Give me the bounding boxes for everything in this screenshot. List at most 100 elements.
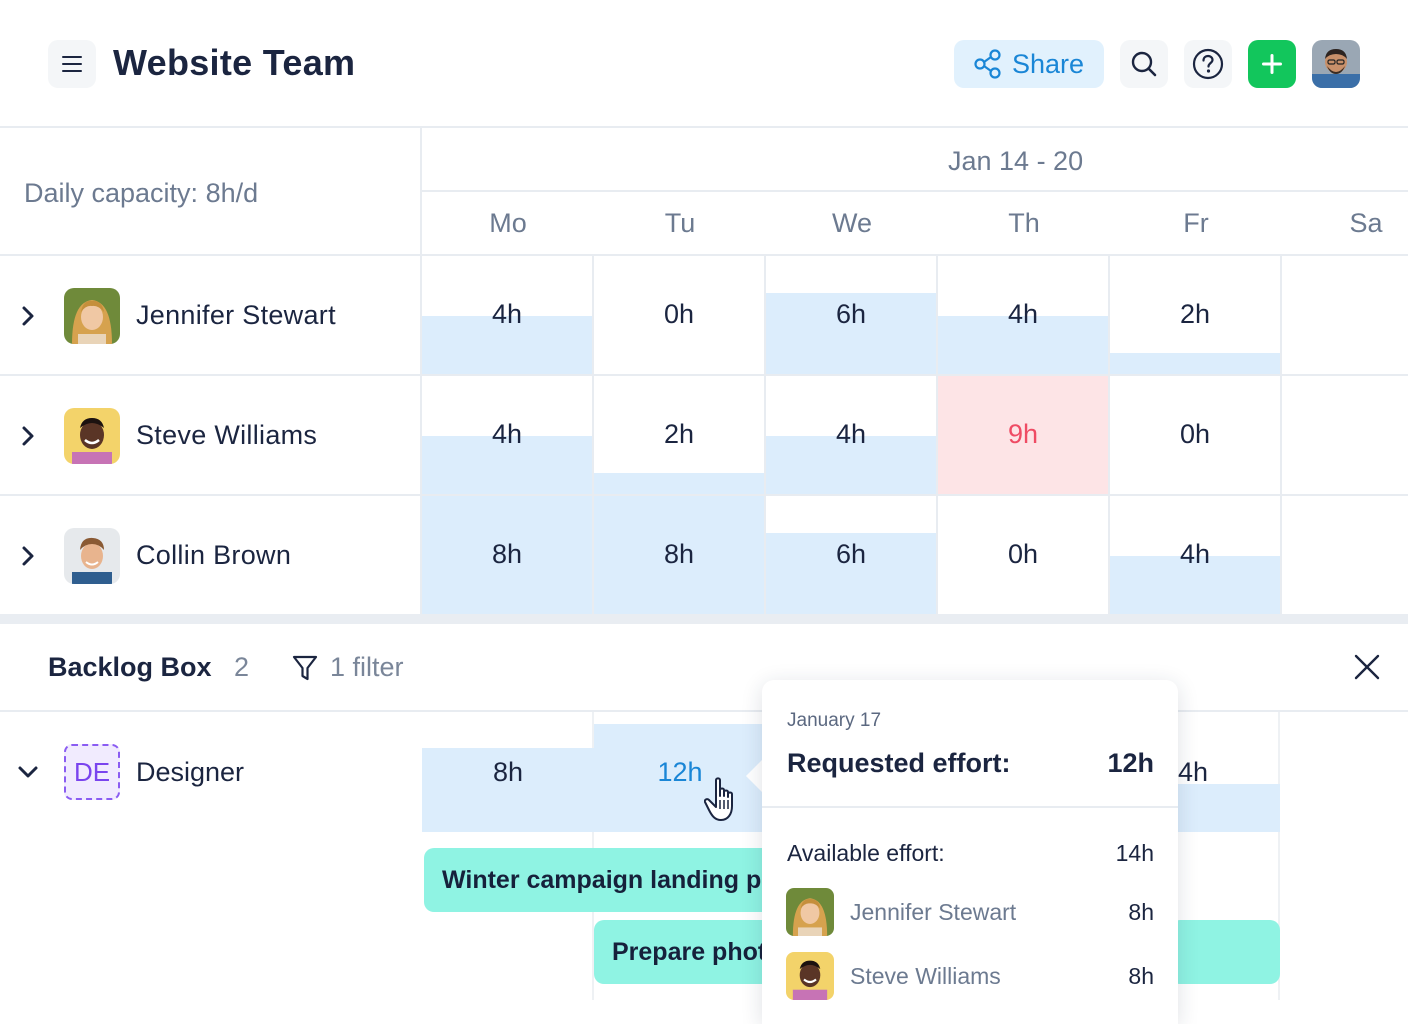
avatar-photo [64,528,120,584]
avatar-collin-brown [64,528,120,584]
close-icon[interactable] [1352,652,1382,682]
capacity-cell[interactable]: 4h [422,256,594,376]
backlog-title: Backlog Box [48,652,212,682]
avatar-steve-williams [786,952,834,1000]
backlog-header-divider [0,710,1408,712]
popover-divider [762,806,1178,808]
day-sa: Sa [1349,208,1383,238]
hand-cursor-icon [704,777,733,821]
avatar-steve-williams [64,408,120,464]
role-badge: DE [64,744,120,800]
capacity-cell[interactable]: 4h [422,376,594,496]
plus-icon [1262,54,1282,74]
popover-arrow [746,760,762,792]
day-th: Th [1008,208,1040,238]
avatar-photo [786,952,834,1000]
person-row-collin-brown: Collin Brown 8h 8h 6h 0h 4h [0,496,1408,616]
requested-effort-value: 12h [1107,748,1154,778]
share-icon [974,49,1001,79]
day-mo: Mo [489,208,527,238]
popover-date: January 17 [787,710,882,731]
avatar-jennifer-stewart [786,888,834,936]
task-bar[interactable]: Winter campaign landing pa [424,848,784,912]
requested-effort-label: Requested effort: [787,748,1011,778]
capacity-cell[interactable]: 2h [1110,256,1282,376]
popover-person-hours: 8h [1128,899,1154,925]
demand-value: 4h [1178,757,1209,787]
capacity-cell[interactable]: 6h [766,496,938,616]
filter-icon[interactable] [292,654,318,682]
capacity-cell[interactable]: 2h [594,376,766,496]
capacity-cell[interactable]: 4h [766,376,938,496]
capacity-cell[interactable]: 0h [938,496,1110,616]
avatar-photo [64,408,120,464]
capacity-cell[interactable]: 6h [766,256,938,376]
available-effort-value: 14h [1115,840,1154,866]
add-button[interactable] [1248,40,1296,88]
available-effort-label: Available effort: [787,840,945,866]
capacity-cell[interactable]: 4h [1110,496,1282,616]
share-button[interactable]: Share [954,40,1104,88]
page-title: Website Team [113,42,356,83]
person-row-jennifer-stewart: Jennifer Stewart 4h 0h 6h 4h 2h [0,256,1408,376]
popover-person-row: Steve Williams 8h [786,952,1154,1000]
backlog-count: 2 [234,652,250,682]
avatar-photo [1312,40,1360,88]
hours-value: 0h [663,299,695,329]
day-we: We [831,208,872,238]
menu-button[interactable] [48,40,96,88]
search-icon [1131,51,1157,77]
menu-icon [62,56,82,72]
user-avatar[interactable] [1312,40,1360,88]
popover-person-name: Steve Williams [850,963,1001,989]
hours-value: 4h [491,299,523,329]
hours-value: 0h [1179,419,1211,449]
demand-cell-fr[interactable] [1178,784,1280,832]
hours-value-overloaded: 9h [1007,419,1039,449]
help-icon [1192,48,1224,80]
expand-chevron-icon[interactable] [18,542,38,570]
task-bar-end[interactable] [1170,920,1280,984]
app-header: Website Team Share [0,0,1408,128]
search-button[interactable] [1120,40,1168,88]
daily-capacity-label: Daily capacity: 8h/d [24,178,259,208]
week-header-divider [422,190,1408,192]
task-label: Winter campaign landing pa [442,865,776,894]
popover-person-name: Jennifer Stewart [850,899,1017,925]
hours-value: 2h [1179,299,1211,329]
hours-value: 4h [491,419,523,449]
filter-label[interactable]: 1 filter [330,652,404,683]
day-tu: Tu [664,208,696,238]
capacity-cell[interactable]: 0h [1110,376,1282,496]
person-row-steve-williams: Steve Williams 4h 2h 4h 9h 0h [0,376,1408,496]
popover-person-hours: 8h [1128,963,1154,989]
day-fr: Fr [1183,208,1209,238]
hours-value: 6h [835,299,867,329]
hours-value: 8h [491,539,523,569]
hours-value: 4h [1179,539,1211,569]
demand-value: 8h [492,757,524,787]
capacity-cell[interactable]: 8h [594,496,766,616]
capacity-cell[interactable]: 4h [938,256,1110,376]
capacity-cell[interactable]: 0h [594,256,766,376]
capacity-cell-overloaded[interactable]: 9h [938,376,1110,496]
capacity-cell[interactable]: 8h [422,496,594,616]
hours-value: 6h [835,539,867,569]
person-name: Jennifer Stewart [136,300,336,330]
task-label: Prepare phot [612,937,767,966]
expand-chevron-icon[interactable] [18,422,38,450]
person-name: Collin Brown [136,540,292,570]
panel-divider [0,614,1408,624]
expand-chevron-icon[interactable] [18,302,38,330]
collapse-chevron-icon[interactable] [16,762,40,782]
avatar-jennifer-stewart [64,288,120,344]
hours-value: 0h [1007,539,1039,569]
hours-value: 8h [663,539,695,569]
help-button[interactable] [1184,40,1232,88]
person-name: Steve Williams [136,420,318,450]
task-bar[interactable]: Prepare phot [594,920,784,984]
week-range-text: Jan 14 - 20 [948,146,1084,176]
popover-person-row: Jennifer Stewart 8h [786,888,1154,936]
role-name: Designer [136,757,245,787]
avatar-photo [786,888,834,936]
